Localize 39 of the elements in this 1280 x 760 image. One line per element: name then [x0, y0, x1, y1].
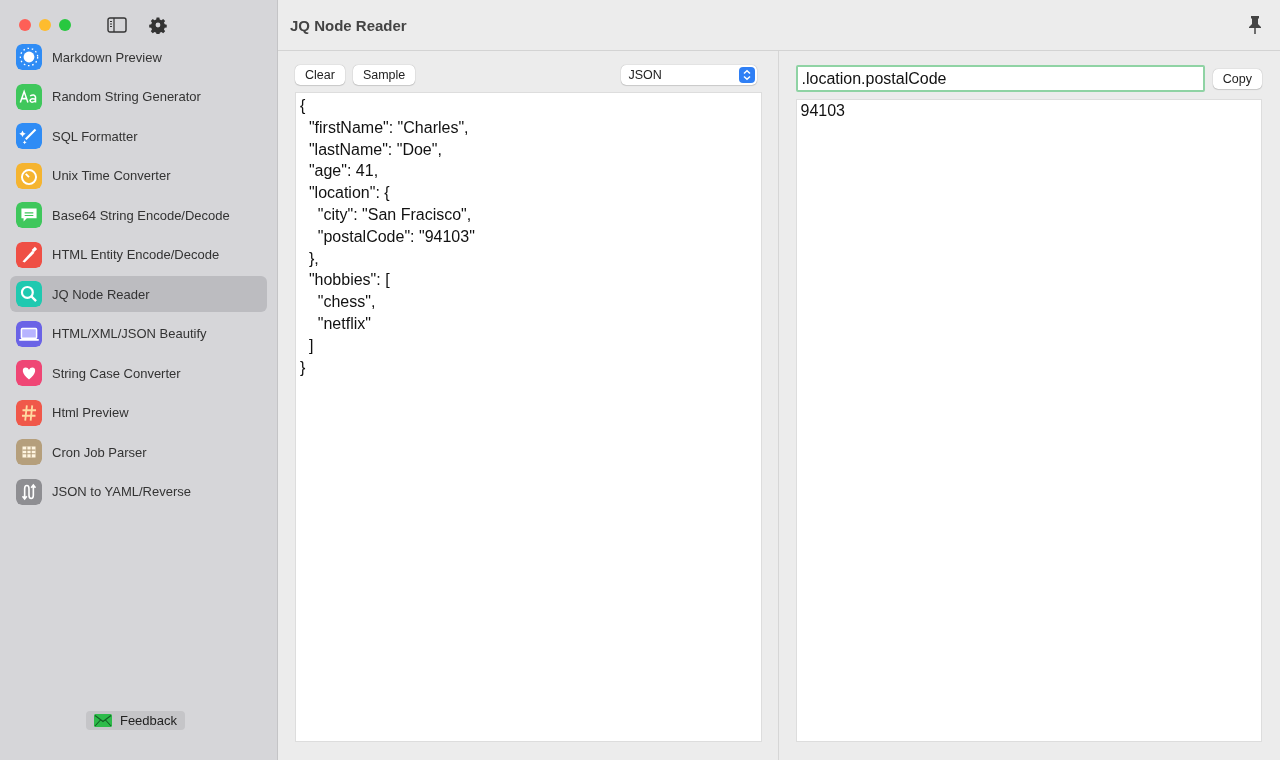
format-select[interactable]: JSON [620, 65, 757, 85]
toolbar-button[interactable]: Clear [295, 65, 345, 85]
sidebar-item[interactable]: SQL Formatter [10, 118, 267, 154]
code-line: } [300, 357, 307, 378]
envelope-icon [93, 714, 112, 727]
code-line: }, [307, 248, 320, 269]
code-line: "lastName": "Doe", [307, 139, 443, 160]
json-editor[interactable]: { "firstName": "Charles", "lastName": "Doe", "age": 41, "location": { "city": "San Fracisco", "postalCode": "94103" }, "hobbies": [ "chess", "netflix" ] } [295, 92, 762, 742]
sidebar-item[interactable]: HTML Entity Encode/Decode [10, 236, 267, 273]
code-line: "firstName": "Charles", [307, 117, 470, 138]
code-line: "city": "San Fracisco", [316, 205, 473, 225]
feedback-button[interactable]: Feedback [85, 711, 186, 730]
code-line: "hobbies": [ [307, 270, 391, 291]
pin-icon[interactable] [1248, 15, 1262, 35]
code-line: "location": { [307, 183, 391, 204]
sidebar-item[interactable]: Unix Time Converter [10, 157, 267, 194]
code-line: ] [307, 335, 315, 356]
result-output: 94103 [795, 99, 1262, 742]
stepper-icon [738, 67, 755, 83]
settings-icon[interactable] [149, 16, 167, 34]
query-field[interactable]: .location.postalCode [795, 65, 1205, 92]
sidebar-item[interactable]: JSON to YAML/Reverse [10, 473, 267, 510]
sidebar-item[interactable]: Cron Job Parser [10, 434, 267, 470]
code-line: "netflix" [316, 313, 372, 334]
sidebar-item[interactable]: String Case Converter [10, 355, 267, 391]
sidebar-item[interactable]: Markdown Preview [10, 39, 267, 75]
sidebar-item[interactable]: Base64 String Encode/Decode [10, 197, 267, 233]
sidebar-item[interactable]: Html Preview [10, 394, 267, 431]
code-line: "age": 41, [307, 161, 380, 182]
sidebar-item[interactable]: JQ Node Reader [10, 276, 267, 312]
sidebar-toggle-icon[interactable] [107, 17, 127, 33]
code-line: { [300, 96, 307, 116]
sidebar-item[interactable]: Random String Generator [10, 78, 267, 115]
code-line: "postalCode": "94103" [316, 226, 476, 247]
sidebar-item[interactable]: HTML/XML/JSON Beautify [10, 315, 267, 352]
code-line: "chess", [316, 292, 377, 313]
copy-button[interactable]: Copy [1212, 68, 1262, 89]
window-title: JQ Node Reader [290, 16, 407, 34]
toolbar-button[interactable]: Sample [352, 65, 416, 85]
